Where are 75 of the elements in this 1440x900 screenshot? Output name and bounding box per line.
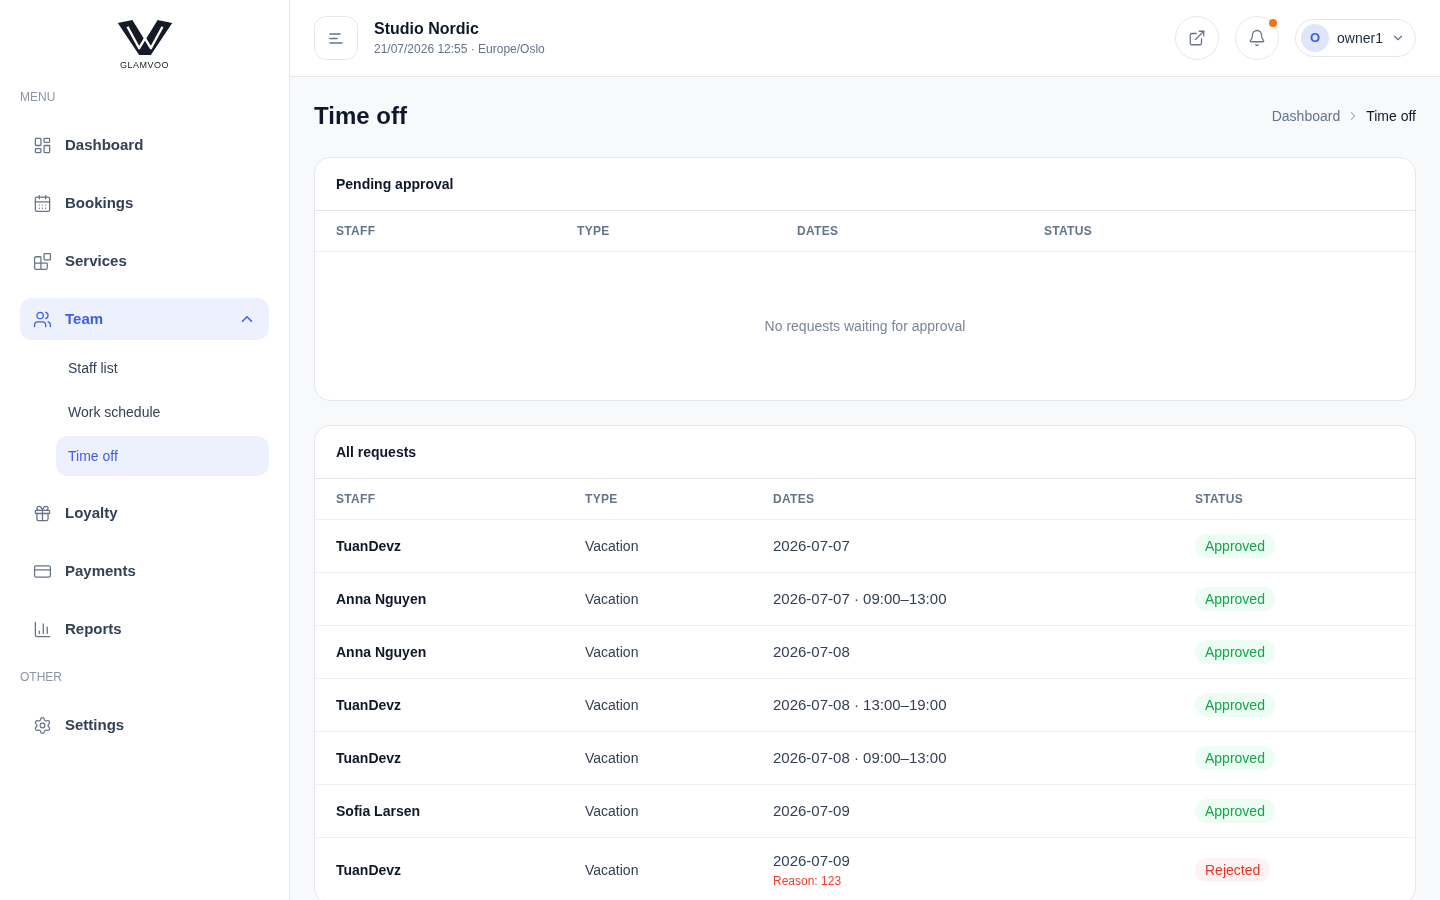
logo-text: GLAMVOO <box>120 60 169 70</box>
notifications-button[interactable] <box>1235 16 1280 60</box>
user-avatar: O <box>1301 24 1330 52</box>
table-cell-text: Anna Nguyen <box>335 589 428 609</box>
sidebar-item[interactable]: Team <box>20 298 269 340</box>
page-title: Time off <box>314 101 407 131</box>
layout-grid-icon <box>33 135 52 155</box>
menu-icon <box>329 32 343 44</box>
column-header: DATES <box>796 223 840 240</box>
card-title: Pending approval <box>336 174 454 194</box>
status-badge: Approved <box>1195 799 1275 824</box>
external-link-icon <box>1188 29 1207 47</box>
gift-icon <box>33 503 52 523</box>
table-cell-text: TuanDevz <box>335 536 403 556</box>
user-menu-button[interactable]: O owner1 <box>1295 19 1416 57</box>
table-cell-text: TuanDevz <box>335 695 403 715</box>
sidebar-item[interactable]: Loyalty <box>20 492 269 534</box>
logo-icon <box>116 20 173 55</box>
sidebar-item[interactable]: Settings <box>20 704 269 746</box>
table-cell-text: Anna Nguyen <box>335 642 428 662</box>
status-badge: Approved <box>1195 640 1275 665</box>
column-header: STATUS <box>1043 223 1094 240</box>
breadcrumb-link[interactable]: Dashboard <box>1271 105 1341 127</box>
status-badge: Approved <box>1195 746 1275 771</box>
column-header: TYPE <box>576 223 611 240</box>
table-cell-text: Vacation <box>584 642 640 662</box>
section-heading: OTHER <box>19 669 63 685</box>
bell-icon <box>1248 29 1267 47</box>
sidebar-subitem[interactable]: Time off <box>56 436 269 476</box>
status-badge: Approved <box>1195 534 1275 559</box>
column-header: STAFF <box>335 491 377 508</box>
column-header: TYPE <box>584 491 619 508</box>
external-link-button[interactable] <box>1175 16 1220 60</box>
sidebar-item[interactable]: Payments <box>20 550 269 592</box>
column-header: STATUS <box>1194 491 1245 508</box>
date-time-text: 21/07/2026 12:55 · Europe/Oslo <box>374 41 545 57</box>
table-cell: 2026-07-08 · 13:00–19:00 <box>773 695 947 715</box>
table-cell: 2026-07-07 <box>773 536 850 556</box>
menu-button[interactable] <box>314 16 358 60</box>
status-badge: Approved <box>1195 693 1275 718</box>
status-badge: Approved <box>1195 587 1275 612</box>
business-name: Studio Nordic <box>374 19 480 39</box>
table-cell-text: Vacation <box>584 801 640 821</box>
users-icon <box>33 309 52 329</box>
sidebar-subitem[interactable]: Work schedule <box>56 392 269 432</box>
table-cell: 2026-07-08 · 09:00–13:00 <box>773 748 947 768</box>
reason-text: Reason: 123 <box>773 873 842 889</box>
section-heading: MENU <box>19 89 57 105</box>
card-title: All requests <box>336 442 417 462</box>
table-cell-text: Vacation <box>584 536 640 556</box>
column-header: STAFF <box>335 223 377 240</box>
calendar-icon <box>33 193 52 213</box>
table-cell: 2026-07-07 · 09:00–13:00 <box>773 589 947 609</box>
status-badge: Rejected <box>1195 858 1271 883</box>
bar-chart-icon <box>33 619 52 639</box>
table-cell: 2026-07-09 <box>773 801 850 821</box>
column-header: DATES <box>772 491 816 508</box>
table-cell-text: Vacation <box>584 748 640 768</box>
table-cell-text: Vacation <box>584 589 640 609</box>
table-cell-text: Vacation <box>584 860 640 880</box>
table-cell-text: TuanDevz <box>335 860 403 880</box>
blocks-icon <box>33 251 52 271</box>
table-cell-text: Vacation <box>584 695 640 715</box>
settings-icon <box>33 715 52 735</box>
sidebar-item[interactable]: Dashboard <box>20 124 269 166</box>
sidebar-subitem[interactable]: Staff list <box>56 348 269 388</box>
sidebar-item[interactable]: Services <box>20 240 269 282</box>
table-cell-text: Sofia Larsen <box>335 801 422 821</box>
table-cell: 2026-07-08 <box>773 642 850 662</box>
empty-state-text: No requests waiting for approval <box>764 316 966 336</box>
sidebar-item[interactable]: Bookings <box>20 182 269 224</box>
breadcrumb-current: Time off <box>1366 106 1416 126</box>
table-cell: 2026-07-09 <box>773 851 850 871</box>
sidebar-item[interactable]: Reports <box>20 608 269 650</box>
table-cell-text: TuanDevz <box>335 748 403 768</box>
